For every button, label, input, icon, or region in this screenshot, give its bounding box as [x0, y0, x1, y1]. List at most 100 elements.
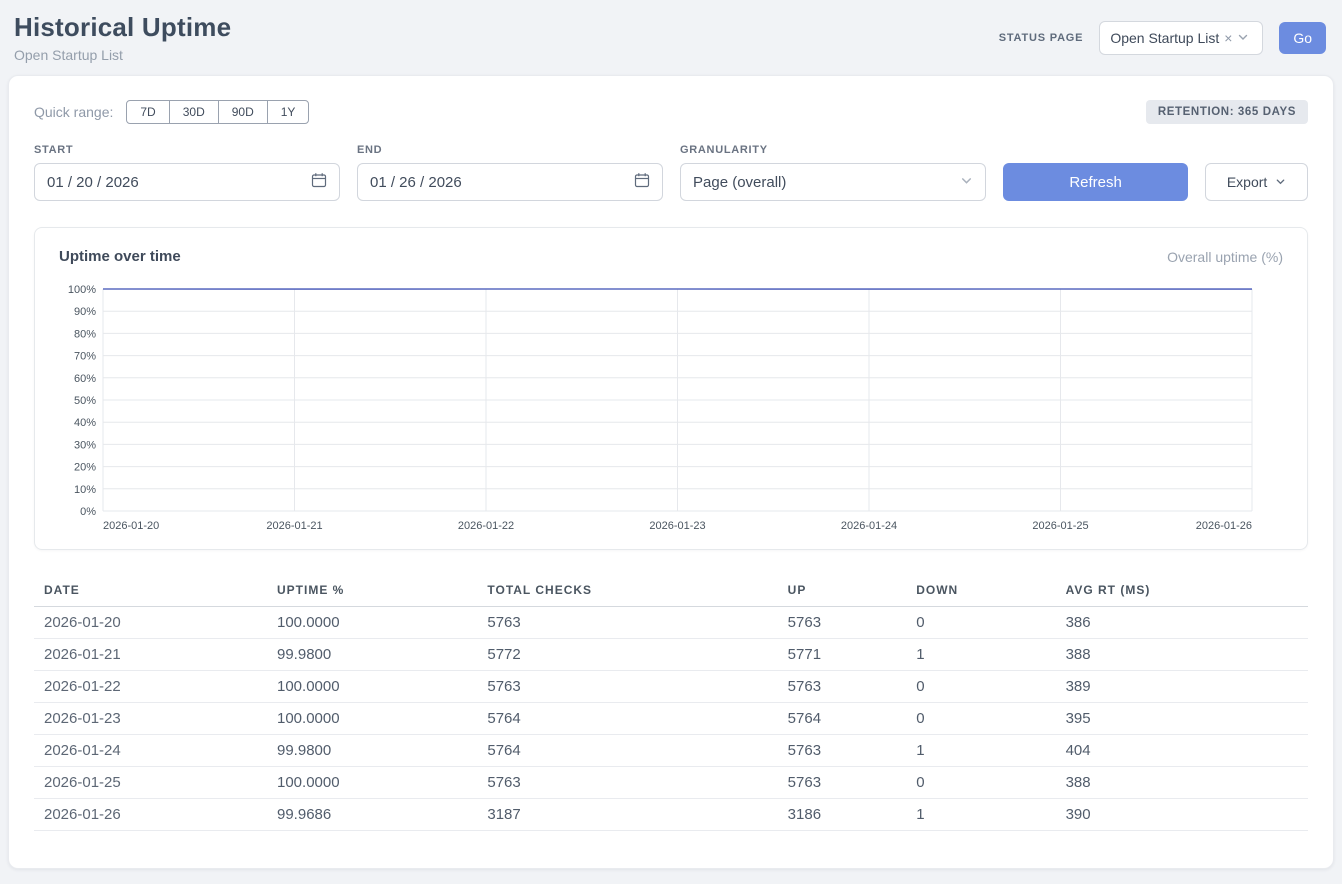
table-cell: 5763: [778, 671, 907, 703]
go-button[interactable]: Go: [1279, 22, 1326, 54]
quick-range-label: Quick range:: [34, 104, 113, 120]
end-date-field: END 01 / 26 / 2026: [357, 144, 663, 201]
table-column-header: AVG RT (MS): [1056, 574, 1308, 607]
table-cell: 1: [906, 639, 1055, 671]
svg-text:20%: 20%: [74, 462, 96, 474]
calendar-icon[interactable]: [311, 172, 327, 192]
export-button[interactable]: Export: [1205, 163, 1308, 201]
table-cell: 390: [1056, 799, 1308, 831]
table-row: 2026-01-2699.9686318731861390: [34, 799, 1308, 831]
svg-text:2026-01-25: 2026-01-25: [1032, 520, 1088, 532]
status-page-selected-value: Open Startup List: [1110, 30, 1219, 46]
table-cell: 2026-01-25: [34, 767, 267, 799]
table-column-header: DOWN: [906, 574, 1055, 607]
svg-text:100%: 100%: [68, 284, 96, 296]
table-cell: 386: [1056, 607, 1308, 639]
end-date-value: 01 / 26 / 2026: [370, 174, 634, 191]
table-cell: 388: [1056, 639, 1308, 671]
header-controls: STATUS PAGE Open Startup List × Go: [999, 21, 1326, 55]
table-cell: 389: [1056, 671, 1308, 703]
svg-text:80%: 80%: [74, 328, 96, 340]
refresh-button[interactable]: Refresh: [1003, 163, 1188, 201]
table-cell: 2026-01-20: [34, 607, 267, 639]
table-cell: 2026-01-24: [34, 735, 267, 767]
table-cell: 404: [1056, 735, 1308, 767]
table-row: 2026-01-25100.0000576357630388: [34, 767, 1308, 799]
table-cell: 5771: [778, 639, 907, 671]
table-cell: 100.0000: [267, 703, 477, 735]
start-date-field: START 01 / 20 / 2026: [34, 144, 340, 201]
svg-text:30%: 30%: [74, 439, 96, 451]
svg-text:10%: 10%: [74, 484, 96, 496]
quick-range-90d-button[interactable]: 90D: [218, 100, 268, 124]
svg-text:2026-01-26: 2026-01-26: [1196, 520, 1252, 532]
table-cell: 99.9800: [267, 639, 477, 671]
table-cell: 388: [1056, 767, 1308, 799]
calendar-icon[interactable]: [634, 172, 650, 192]
table-row: 2026-01-22100.0000576357630389: [34, 671, 1308, 703]
table-cell: 5764: [778, 703, 907, 735]
start-date-input[interactable]: 01 / 20 / 2026: [34, 163, 340, 201]
table-cell: 100.0000: [267, 767, 477, 799]
quick-range-wrap: Quick range: 7D30D90D1Y: [34, 100, 309, 124]
uptime-table: DATEUPTIME %TOTAL CHECKSUPDOWNAVG RT (MS…: [34, 574, 1308, 831]
chevron-down-icon: [960, 174, 973, 191]
table-cell: 2026-01-26: [34, 799, 267, 831]
svg-text:2026-01-23: 2026-01-23: [649, 520, 705, 532]
table-cell: 5763: [778, 735, 907, 767]
table-cell: 2026-01-22: [34, 671, 267, 703]
title-block: Historical Uptime Open Startup List: [14, 12, 231, 63]
svg-text:60%: 60%: [74, 373, 96, 385]
granularity-label: GRANULARITY: [680, 144, 986, 156]
granularity-selected-value: Page (overall): [693, 174, 960, 191]
table-cell: 0: [906, 767, 1055, 799]
table-cell: 1: [906, 799, 1055, 831]
table-cell: 2026-01-23: [34, 703, 267, 735]
svg-text:70%: 70%: [74, 351, 96, 363]
svg-text:90%: 90%: [74, 306, 96, 318]
table-column-header: UPTIME %: [267, 574, 477, 607]
start-date-value: 01 / 20 / 2026: [47, 174, 311, 191]
close-icon[interactable]: ×: [1224, 31, 1232, 45]
table-cell: 5764: [477, 703, 777, 735]
svg-text:50%: 50%: [74, 395, 96, 407]
table-cell: 2026-01-21: [34, 639, 267, 671]
svg-text:2026-01-24: 2026-01-24: [841, 520, 897, 532]
table-cell: 0: [906, 607, 1055, 639]
uptime-chart: 0% 10% 20% 30% 40% 50% 60% 70% 80% 90% 100% 2026-01…: [57, 279, 1282, 537]
start-date-label: START: [34, 144, 340, 156]
table-cell: 5763: [477, 767, 777, 799]
quick-range-row: Quick range: 7D30D90D1Y RETENTION: 365 D…: [34, 100, 1308, 124]
table-cell: 5764: [477, 735, 777, 767]
status-page-select[interactable]: Open Startup List ×: [1099, 21, 1263, 55]
granularity-field: GRANULARITY Page (overall): [680, 144, 986, 201]
table-cell: 0: [906, 671, 1055, 703]
table-cell: 395: [1056, 703, 1308, 735]
table-cell: 100.0000: [267, 607, 477, 639]
table-cell: 5763: [778, 767, 907, 799]
main-card: Quick range: 7D30D90D1Y RETENTION: 365 D…: [8, 75, 1334, 869]
table-cell: 5763: [477, 671, 777, 703]
svg-text:2026-01-20: 2026-01-20: [103, 520, 159, 532]
chart-card: Uptime over time Overall uptime (%) 0% 10…: [34, 227, 1308, 550]
table-column-header: TOTAL CHECKS: [477, 574, 777, 607]
table-cell: 5763: [477, 607, 777, 639]
svg-text:2026-01-21: 2026-01-21: [266, 520, 322, 532]
table-cell: 0: [906, 703, 1055, 735]
table-cell: 99.9800: [267, 735, 477, 767]
filter-form-row: START 01 / 20 / 2026 END 01 / 26 / 2026 …: [34, 144, 1308, 201]
table-header-row: DATEUPTIME %TOTAL CHECKSUPDOWNAVG RT (MS…: [34, 574, 1308, 607]
svg-text:40%: 40%: [74, 417, 96, 429]
quick-range-1y-button[interactable]: 1Y: [267, 100, 310, 124]
retention-badge: RETENTION: 365 DAYS: [1146, 100, 1308, 124]
table-row: 2026-01-2499.9800576457631404: [34, 735, 1308, 767]
svg-text:0%: 0%: [80, 506, 96, 518]
table-cell: 99.9686: [267, 799, 477, 831]
granularity-select[interactable]: Page (overall): [680, 163, 986, 201]
quick-range-7d-button[interactable]: 7D: [126, 100, 169, 124]
end-date-label: END: [357, 144, 663, 156]
chart-header: Uptime over time Overall uptime (%): [57, 248, 1285, 265]
quick-range-30d-button[interactable]: 30D: [169, 100, 219, 124]
table-row: 2026-01-23100.0000576457640395: [34, 703, 1308, 735]
end-date-input[interactable]: 01 / 26 / 2026: [357, 163, 663, 201]
